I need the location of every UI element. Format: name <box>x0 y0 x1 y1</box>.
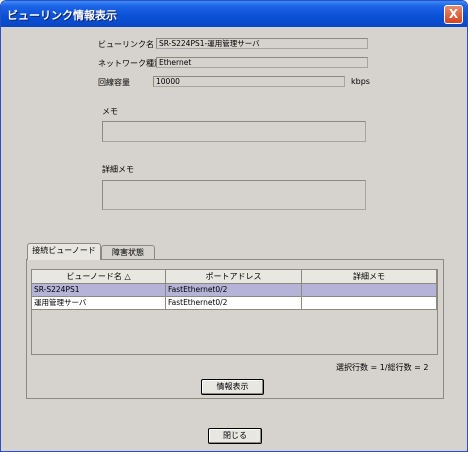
selection-count-status: 選択行数 = 1/総行数 = 2 <box>336 363 429 372</box>
cell-detail-memo <box>302 297 437 310</box>
cell-detail-memo <box>302 284 437 297</box>
memo-label: メモ <box>102 107 118 116</box>
tab-connected-view-nodes[interactable]: 接続ビューノード <box>27 243 101 260</box>
viewlink-info-window: ビューリンク情報表示 X ビューリンク名 SR-S224PS1-運用管理サーバ … <box>0 0 468 452</box>
cell-port-address: FastEthernet0/2 <box>166 284 302 297</box>
viewlink-name-field[interactable]: SR-S224PS1-運用管理サーバ <box>156 38 368 49</box>
line-capacity-unit: kbps <box>351 77 370 86</box>
column-header-view-node-name[interactable]: ビューノード名 △ <box>32 270 166 284</box>
column-header-detail-memo[interactable]: 詳細メモ <box>302 270 437 284</box>
table-row[interactable]: 運用管理サーバ FastEthernet0/2 <box>32 297 437 310</box>
line-capacity-label: 回線容量 <box>98 78 130 87</box>
detail-memo-label: 詳細メモ <box>102 165 134 174</box>
memo-field[interactable] <box>102 121 366 142</box>
table-row[interactable]: SR-S224PS1 FastEthernet0/2 <box>32 284 437 297</box>
cell-port-address: FastEthernet0/2 <box>166 297 302 310</box>
tab-fault-status[interactable]: 障害状態 <box>101 245 155 260</box>
network-type-label: ネットワーク種別 <box>98 59 162 68</box>
line-capacity-field[interactable]: 10000 <box>153 76 345 87</box>
cell-view-node-name: 運用管理サーバ <box>32 297 166 310</box>
cell-view-node-name: SR-S224PS1 <box>32 284 166 297</box>
viewlink-name-label: ビューリンク名 <box>98 40 154 49</box>
view-node-table: ビューノード名 △ ポートアドレス 詳細メモ SR-S224PS1 FastEt… <box>31 269 438 355</box>
info-display-button[interactable]: 情報表示 <box>201 379 264 395</box>
column-header-port-address[interactable]: ポートアドレス <box>166 270 302 284</box>
network-type-field[interactable]: Ethernet <box>156 57 368 68</box>
title-bar[interactable]: ビューリンク情報表示 X <box>1 1 467 27</box>
close-button[interactable]: 閉じる <box>208 428 262 444</box>
close-icon[interactable]: X <box>444 5 463 24</box>
window-title: ビューリンク情報表示 <box>7 9 117 22</box>
detail-memo-field[interactable] <box>102 180 366 210</box>
